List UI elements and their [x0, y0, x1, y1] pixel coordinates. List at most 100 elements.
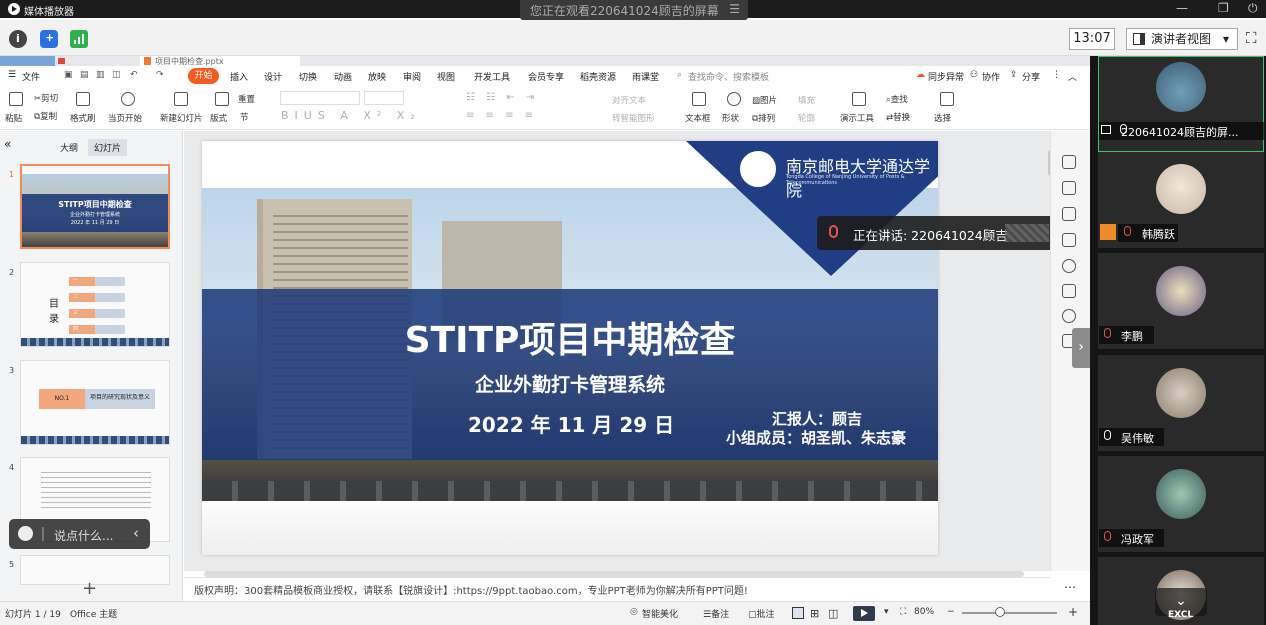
format-painter-icon[interactable] — [76, 92, 90, 106]
tab-design[interactable]: 设计 — [264, 70, 282, 83]
font-style-buttons[interactable]: BIUS A X² X₂ — [281, 109, 421, 122]
section-button[interactable]: 节 — [240, 111, 249, 123]
presentation-tools-icon[interactable] — [852, 92, 866, 106]
font-size-select[interactable] — [364, 91, 404, 105]
comments-toggle[interactable]: ▢批注 — [748, 607, 775, 620]
undo-icon[interactable]: ↶ — [130, 70, 138, 80]
security-shield-icon[interactable]: + — [40, 30, 58, 48]
minimize-button[interactable]: — — [1176, 1, 1188, 15]
rocket-icon[interactable] — [1062, 155, 1076, 169]
reset-button[interactable]: 重置 — [238, 93, 255, 105]
copy-icon[interactable] — [1062, 233, 1076, 247]
tab-slideshow[interactable]: 放映 — [368, 70, 386, 83]
collapse-ribbon-icon[interactable]: ︿ — [1068, 70, 1077, 83]
smartart-button[interactable]: 转智能图形 — [612, 112, 655, 124]
new-slide-icon[interactable] — [174, 92, 188, 106]
new-slide-button[interactable]: 新建幻灯片 — [160, 112, 203, 124]
more-tools-icon[interactable]: ⋯ — [1064, 580, 1076, 594]
tab-home[interactable] — [0, 56, 55, 66]
shape-button[interactable]: 形状 — [722, 112, 739, 124]
tab-document[interactable] — [55, 56, 135, 66]
textbox-button[interactable]: 文本框 — [685, 112, 711, 124]
presentation-tools-button[interactable]: 演示工具 — [840, 112, 874, 124]
cut-button[interactable]: ✂剪切 — [34, 92, 58, 104]
tab-outline[interactable]: 大纲 — [60, 141, 78, 154]
command-search[interactable]: 查找命令、搜索模板 — [688, 70, 769, 83]
sync-status[interactable]: 同步异常 — [928, 70, 964, 83]
tab-animation[interactable]: 动画 — [334, 70, 352, 83]
tab-developer[interactable]: 开发工具 — [474, 70, 510, 83]
presenter-view-dropdown[interactable]: 演讲者视图 ▾ — [1126, 28, 1238, 50]
tab-review[interactable]: 审阅 — [403, 70, 421, 83]
zoom-in-button[interactable]: + — [1068, 605, 1078, 619]
add-slide-button[interactable]: + — [82, 578, 97, 599]
font-name-select[interactable] — [280, 91, 360, 105]
reading-view-icon[interactable]: ◫ — [828, 607, 838, 620]
tab-daoke[interactable]: 稻壳资源 — [580, 70, 616, 83]
panel-collapse-icon[interactable]: « — [4, 137, 11, 151]
align-text-button[interactable]: 对齐文本 — [612, 94, 646, 106]
zoom-slider-knob[interactable] — [995, 607, 1005, 617]
normal-view-icon[interactable] — [792, 607, 804, 619]
pin-icon[interactable] — [1062, 207, 1076, 221]
find-button[interactable]: ⌕查找 — [886, 93, 908, 105]
outline-button[interactable]: 轮廓 — [798, 112, 815, 124]
from-current-button[interactable]: 当页开始 — [108, 112, 142, 124]
info-icon[interactable]: i — [9, 30, 27, 48]
copy-button[interactable]: ⧉复制 — [34, 110, 57, 122]
fill-button[interactable]: 填充 — [798, 94, 815, 106]
chat-input[interactable]: 说点什么... ‹ — [9, 519, 150, 549]
emoji-icon[interactable] — [18, 526, 33, 541]
preview-icon[interactable]: ◫ — [112, 70, 121, 80]
close-button[interactable]: ⏻ — [1248, 1, 1258, 16]
zoom-out-button[interactable]: − — [947, 607, 955, 617]
picture-button[interactable]: ▨图片 — [752, 94, 777, 106]
tab-view[interactable]: 视图 — [437, 70, 455, 83]
fit-window-icon[interactable]: ⛶ — [900, 607, 906, 617]
banner-menu-icon[interactable]: ☰ — [729, 2, 740, 16]
tab-member[interactable]: 会员专享 — [528, 70, 564, 83]
signal-strength-icon[interactable] — [70, 30, 88, 48]
location-icon[interactable] — [1062, 309, 1076, 323]
tab-yuketang[interactable]: 雨课堂 — [632, 70, 659, 83]
redo-icon[interactable]: ↷ — [156, 70, 164, 80]
save-icon[interactable]: ▣ — [64, 70, 73, 80]
format-painter-button[interactable]: 格式刷 — [70, 112, 96, 124]
adjust-icon[interactable] — [1062, 181, 1076, 195]
textbox-icon[interactable] — [692, 92, 706, 106]
tab-ppt-file[interactable]: 项目中期检查.pptx — [140, 56, 300, 66]
more-icon[interactable]: ⋮ — [1052, 70, 1061, 80]
search-icon[interactable]: ⌕ — [677, 70, 682, 80]
slide-thumbnail-2[interactable]: 目录 一 二 三 四 — [20, 262, 170, 347]
sorter-view-icon[interactable]: ⊞ — [810, 607, 819, 620]
print-icon[interactable]: ▥ — [96, 70, 105, 80]
paste-icon[interactable] — [9, 92, 23, 106]
tab-insert[interactable]: 插入 — [230, 70, 248, 83]
help-icon[interactable] — [1062, 259, 1076, 273]
select-button[interactable]: 选择 — [934, 112, 951, 124]
align-buttons[interactable]: ≡ ≡ ≡ ≡ — [466, 110, 537, 121]
zoom-slider[interactable] — [962, 612, 1057, 614]
play-slideshow-button[interactable] — [853, 606, 875, 621]
layout-button[interactable]: 版式 — [210, 112, 227, 124]
play-menu-icon[interactable]: ▾ — [884, 607, 889, 617]
maximize-button[interactable]: ❐ — [1218, 1, 1229, 15]
fullscreen-icon[interactable]: ⛶ — [1246, 29, 1257, 47]
menu-file[interactable]: 文件 — [22, 70, 40, 83]
tab-slides[interactable]: 幻灯片 — [88, 139, 128, 156]
arrange-button[interactable]: ⧉排列 — [752, 112, 775, 124]
layout-icon[interactable] — [215, 92, 229, 106]
smart-beautify-button[interactable]: 智能美化 — [642, 607, 678, 620]
hamburger-icon[interactable]: ☰ — [8, 70, 16, 80]
play-from-current-icon[interactable] — [121, 92, 135, 106]
current-slide[interactable]: 南京邮电大学通达学院 Tongda College of Nanjing Uni… — [202, 141, 938, 555]
notes-pane[interactable]: 版权声明：300套精品模板商业授权，请联系【锐旗设计】:https://9ppt… — [184, 577, 1050, 599]
expand-sidebar-button[interactable]: › — [1072, 328, 1090, 368]
select-icon[interactable] — [940, 92, 954, 106]
slide-thumbnail-1[interactable]: STITP项目中期检查 企业外勤打卡管理系统 2022 年 11 月 29 日 — [20, 164, 170, 249]
shape-icon[interactable] — [727, 92, 741, 106]
list-buttons[interactable]: ☷ ☷ ⇤ ⇥ — [466, 92, 538, 103]
collab-button[interactable]: 协作 — [982, 70, 1000, 83]
image-icon[interactable] — [1062, 284, 1076, 298]
share-button[interactable]: 分享 — [1022, 70, 1040, 83]
